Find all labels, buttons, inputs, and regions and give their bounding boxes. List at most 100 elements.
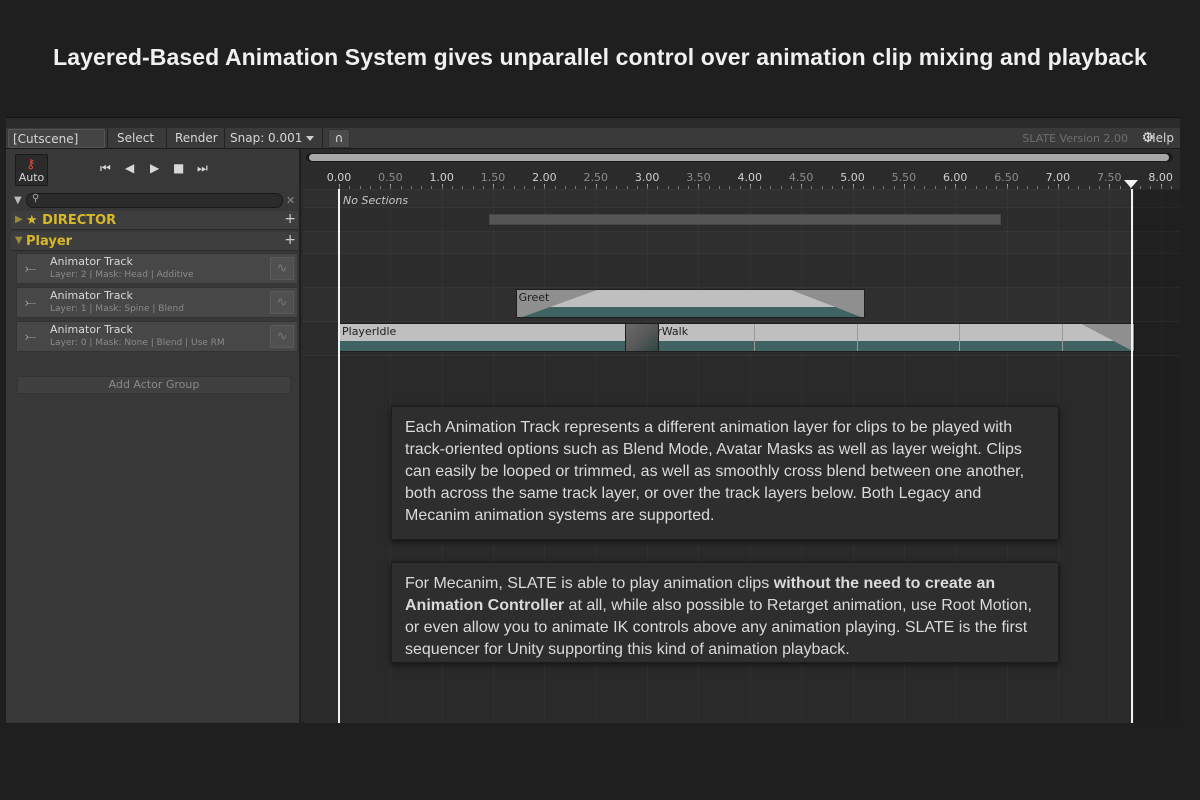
time-ruler[interactable]: 0.00 0.50 1.00 1.50 2.00 2.50 3.00 3.50 4.00 4.50…: [303, 169, 1180, 189]
add-icon[interactable]: +: [284, 232, 296, 248]
blend-curve: [516, 290, 864, 317]
timeline-scrollbar[interactable]: [306, 153, 1173, 162]
note-text: For Mecanim, SLATE is able to play anima…: [405, 575, 774, 592]
end-time-line[interactable]: [1131, 189, 1133, 723]
animator-track-row[interactable]: ⤚ Animator Track Layer: 2 | Mask: Head |…: [16, 253, 298, 284]
crossfade-zone[interactable]: [624, 323, 660, 352]
curve-icon[interactable]: ∿: [270, 257, 294, 280]
play-icon[interactable]: ▶: [150, 161, 159, 175]
ruler-tick-label: 3.50: [686, 171, 711, 184]
animator-track-icon: ⤚: [25, 329, 37, 345]
clip-label: PlayerIdle: [342, 325, 397, 338]
ruler-tick-label: 1.00: [429, 171, 454, 184]
group-label: ★ DIRECTOR: [26, 213, 117, 228]
clip-label: Greet: [518, 291, 550, 304]
timeline-area[interactable]: 0.00 0.50 1.00 1.50 2.00 2.50 3.00 3.50 4.00 4.50…: [303, 149, 1180, 723]
clear-search-icon[interactable]: ✕: [286, 194, 295, 207]
toolbar: [Cutscene] Select Render Snap: 0.001 ∩ S…: [6, 128, 1180, 161]
chevron-down-icon: [306, 136, 315, 141]
search-row: ▼ ⚲ ✕: [6, 192, 301, 210]
ruler-tick-label: 5.50: [891, 171, 917, 184]
group-director[interactable]: ▶ ★ DIRECTOR +: [11, 211, 298, 230]
director-clip-bar[interactable]: [489, 214, 1001, 225]
track-list-panel: ⚷ Auto ⏮ ◀ ▶ ■ ⏭ ▼ ⚲ ✕ ▶ ★ DIRECTOR + ▼: [6, 149, 301, 723]
ruler-tick-label: 7.50: [1097, 171, 1122, 184]
stop-icon[interactable]: ■: [173, 161, 184, 175]
scrollbar-thumb[interactable]: [309, 154, 1169, 161]
auto-key-label: Auto: [18, 171, 45, 184]
ruler-tick-label: 6.50: [994, 171, 1019, 184]
animation-clip-playerwalk[interactable]: PlayerWalk: [624, 323, 1135, 352]
ruler-tick-label: 1.50: [480, 171, 506, 184]
add-actor-group-button[interactable]: Add Actor Group: [17, 376, 291, 394]
track-name: Animator Track: [50, 323, 133, 336]
animator-track-row[interactable]: ⤚ Animator Track Layer: 1 | Mask: Spine …: [16, 287, 298, 318]
cutscene-dropdown[interactable]: [Cutscene]: [8, 129, 105, 161]
track-info: Layer: 2 | Mask: Head | Additive: [50, 270, 194, 280]
version-label: SLATE Version 2.00: [1022, 132, 1128, 145]
skip-to-start-icon[interactable]: ⏮: [100, 161, 111, 176]
search-input[interactable]: ⚲: [26, 193, 283, 208]
group-label: Player: [26, 234, 73, 249]
start-time-line[interactable]: [338, 189, 340, 723]
magnet-icon[interactable]: ∩: [328, 129, 350, 148]
no-sections-label: No Sections: [343, 194, 409, 207]
slate-editor-window: [Cutscene] Select Render Snap: 0.001 ∩ S…: [6, 117, 1180, 723]
animator-track-icon: ⤚: [25, 261, 37, 277]
search-icon: ⚲: [32, 193, 40, 204]
curve-icon[interactable]: ∿: [270, 291, 294, 314]
ruler-tick-label: 6.00: [942, 171, 968, 184]
ruler-tick-label: 0.50: [378, 171, 403, 184]
cutscene-dropdown-label: [Cutscene]: [13, 132, 79, 146]
auto-key-button[interactable]: ⚷ Auto: [15, 154, 48, 186]
expand-icon[interactable]: ▶: [15, 214, 23, 225]
sections-lane: [303, 189, 1180, 207]
blend-out-ramp: [1080, 324, 1134, 351]
help-button[interactable]: Help: [1147, 129, 1174, 148]
animation-clip-playeridle[interactable]: PlayerIdle: [339, 323, 660, 352]
render-button[interactable]: Render: [171, 129, 222, 148]
blend-out-ramp: [790, 290, 864, 317]
toolbar-divider: [224, 128, 225, 149]
snap-dropdown[interactable]: Snap: 0.001: [226, 129, 318, 148]
animation-clip-greet[interactable]: Greet: [515, 289, 865, 318]
curve-icon[interactable]: ∿: [270, 325, 294, 348]
ruler-tick-label: 4.00: [737, 171, 763, 184]
page: Layered-Based Animation System gives unp…: [0, 0, 1200, 800]
animator-track-icon: ⤚: [25, 295, 37, 311]
grid-line: [1109, 189, 1110, 723]
ruler-tick-label: 2.50: [583, 171, 609, 184]
track-info: Layer: 1 | Mask: Spine | Blend: [50, 304, 184, 314]
ruler-tick-label: 2.00: [532, 171, 557, 184]
toolbar-divider: [166, 128, 167, 149]
track-lane: [303, 253, 1180, 287]
toolbar-divider: [322, 128, 323, 149]
collapse-all-icon[interactable]: ▼: [14, 195, 22, 206]
collapse-icon[interactable]: ▼: [15, 235, 23, 246]
ruler-tick-label: 0.00: [326, 171, 352, 184]
track-name: Animator Track: [50, 255, 133, 268]
snap-dropdown-label: Snap: 0.001: [230, 131, 303, 145]
end-time-marker-icon[interactable]: [1124, 180, 1138, 188]
track-info: Layer: 0 | Mask: None | Blend | Use RM: [50, 338, 225, 348]
headline: Layered-Based Animation System gives unp…: [53, 44, 1147, 70]
select-button[interactable]: Select: [113, 129, 158, 148]
info-note-tracks: Each Animation Track represents a differ…: [391, 406, 1059, 540]
group-player[interactable]: ▼ Player +: [11, 232, 298, 251]
toolbar-divider: [107, 128, 108, 149]
step-back-icon[interactable]: ◀: [125, 161, 134, 175]
player-lane: [303, 231, 1180, 253]
ruler-tick-label: 4.50: [788, 171, 814, 184]
track-name: Animator Track: [50, 289, 133, 302]
skip-to-end-icon[interactable]: ⏭: [197, 161, 208, 176]
info-note-mecanim: For Mecanim, SLATE is able to play anima…: [391, 562, 1059, 663]
out-of-range-shade: [1134, 189, 1180, 723]
add-icon[interactable]: +: [284, 211, 296, 227]
key-icon: ⚷: [26, 157, 36, 172]
animator-track-row[interactable]: ⤚ Animator Track Layer: 0 | Mask: None |…: [16, 321, 298, 352]
ruler-tick-label: 3.00: [634, 171, 660, 184]
ruler-tick-label: 7.00: [1045, 171, 1071, 184]
ruler-tick-label: 5.00: [840, 171, 865, 184]
ruler-tick-label: 8.00: [1148, 171, 1173, 184]
blend-curve: [1080, 324, 1134, 351]
